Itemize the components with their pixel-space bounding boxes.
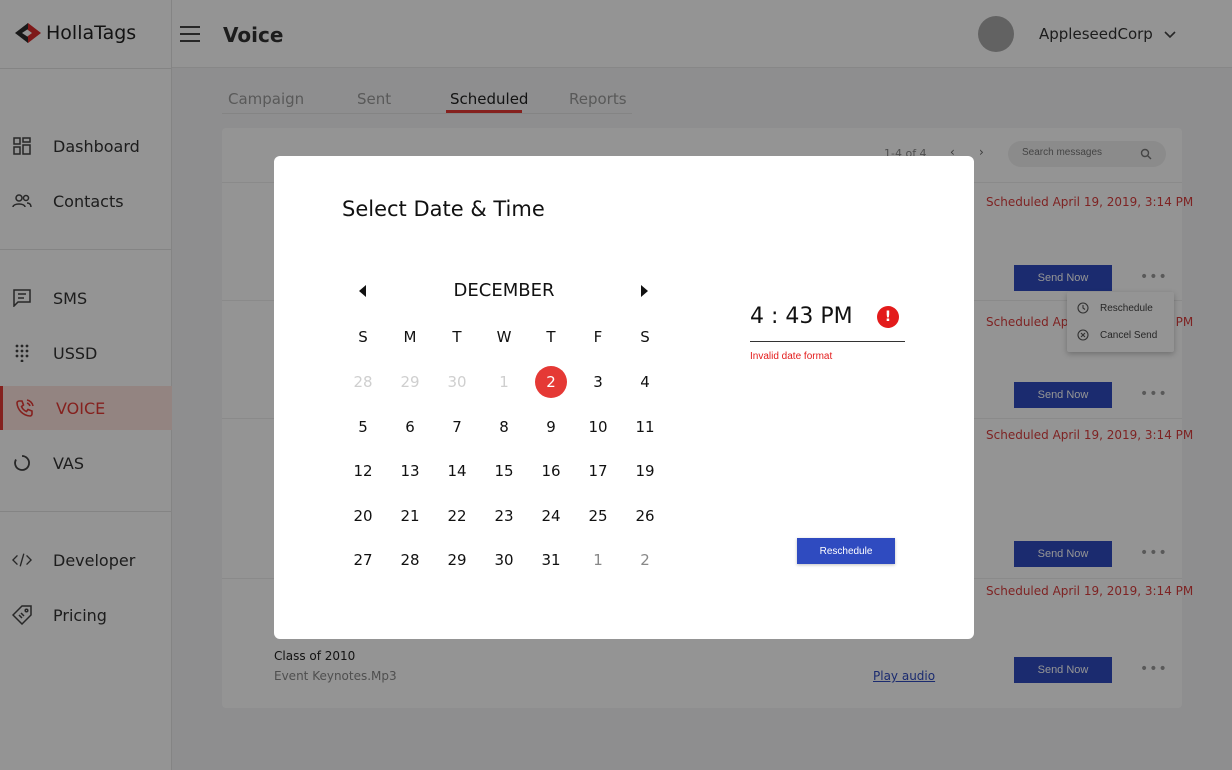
calendar-day[interactable]: 19 bbox=[629, 455, 661, 487]
calendar-day[interactable]: 26 bbox=[629, 500, 661, 532]
calendar-day[interactable]: 2 bbox=[629, 544, 661, 576]
calendar-day[interactable]: 14 bbox=[441, 455, 473, 487]
error-icon: ! bbox=[877, 306, 899, 328]
calendar-month-label: DECEMBER bbox=[453, 280, 555, 301]
next-month-icon[interactable] bbox=[640, 284, 650, 298]
weekday-label: M bbox=[403, 328, 417, 346]
date-time-picker-modal: Select Date & Time DECEMBER ! Invalid da… bbox=[274, 156, 974, 639]
calendar-day[interactable]: 15 bbox=[488, 455, 520, 487]
calendar-day[interactable]: 28 bbox=[347, 366, 379, 398]
time-error-message: Invalid date format bbox=[750, 351, 833, 362]
calendar-day[interactable]: 23 bbox=[488, 500, 520, 532]
weekday-label: T bbox=[452, 328, 462, 346]
calendar-day[interactable]: 24 bbox=[535, 500, 567, 532]
calendar-day[interactable]: 7 bbox=[441, 411, 473, 443]
calendar-day[interactable]: 1 bbox=[488, 366, 520, 398]
calendar-day[interactable]: 6 bbox=[394, 411, 426, 443]
calendar-day[interactable]: 20 bbox=[347, 500, 379, 532]
calendar-day[interactable]: 29 bbox=[441, 544, 473, 576]
calendar-day[interactable]: 30 bbox=[488, 544, 520, 576]
calendar-day-selected[interactable]: 2 bbox=[535, 366, 567, 398]
calendar-day[interactable]: 8 bbox=[488, 411, 520, 443]
weekday-label: T bbox=[546, 328, 556, 346]
calendar-day[interactable]: 3 bbox=[582, 366, 614, 398]
weekday-label: S bbox=[358, 328, 368, 346]
time-input[interactable] bbox=[750, 304, 865, 329]
calendar-day[interactable]: 12 bbox=[347, 455, 379, 487]
calendar-day[interactable]: 27 bbox=[347, 544, 379, 576]
calendar-day[interactable]: 11 bbox=[629, 411, 661, 443]
calendar-day[interactable]: 25 bbox=[582, 500, 614, 532]
calendar-day[interactable]: 22 bbox=[441, 500, 473, 532]
calendar-day[interactable]: 5 bbox=[347, 411, 379, 443]
weekday-label: F bbox=[593, 328, 603, 346]
time-field: ! bbox=[750, 304, 905, 342]
calendar-day[interactable]: 4 bbox=[629, 366, 661, 398]
reschedule-button[interactable]: Reschedule bbox=[797, 538, 895, 564]
calendar-day[interactable]: 10 bbox=[582, 411, 614, 443]
weekday-label: W bbox=[496, 328, 512, 346]
calendar-day[interactable]: 17 bbox=[582, 455, 614, 487]
calendar-day[interactable]: 29 bbox=[394, 366, 426, 398]
calendar-day[interactable]: 21 bbox=[394, 500, 426, 532]
calendar-day[interactable]: 30 bbox=[441, 366, 473, 398]
previous-month-icon[interactable] bbox=[357, 284, 367, 298]
modal-title: Select Date & Time bbox=[342, 197, 545, 221]
calendar-day[interactable]: 13 bbox=[394, 455, 426, 487]
weekday-label: S bbox=[640, 328, 650, 346]
calendar-day[interactable]: 16 bbox=[535, 455, 567, 487]
calendar-day[interactable]: 31 bbox=[535, 544, 567, 576]
calendar-day[interactable]: 1 bbox=[582, 544, 614, 576]
calendar-day[interactable]: 9 bbox=[535, 411, 567, 443]
calendar-day[interactable]: 28 bbox=[394, 544, 426, 576]
